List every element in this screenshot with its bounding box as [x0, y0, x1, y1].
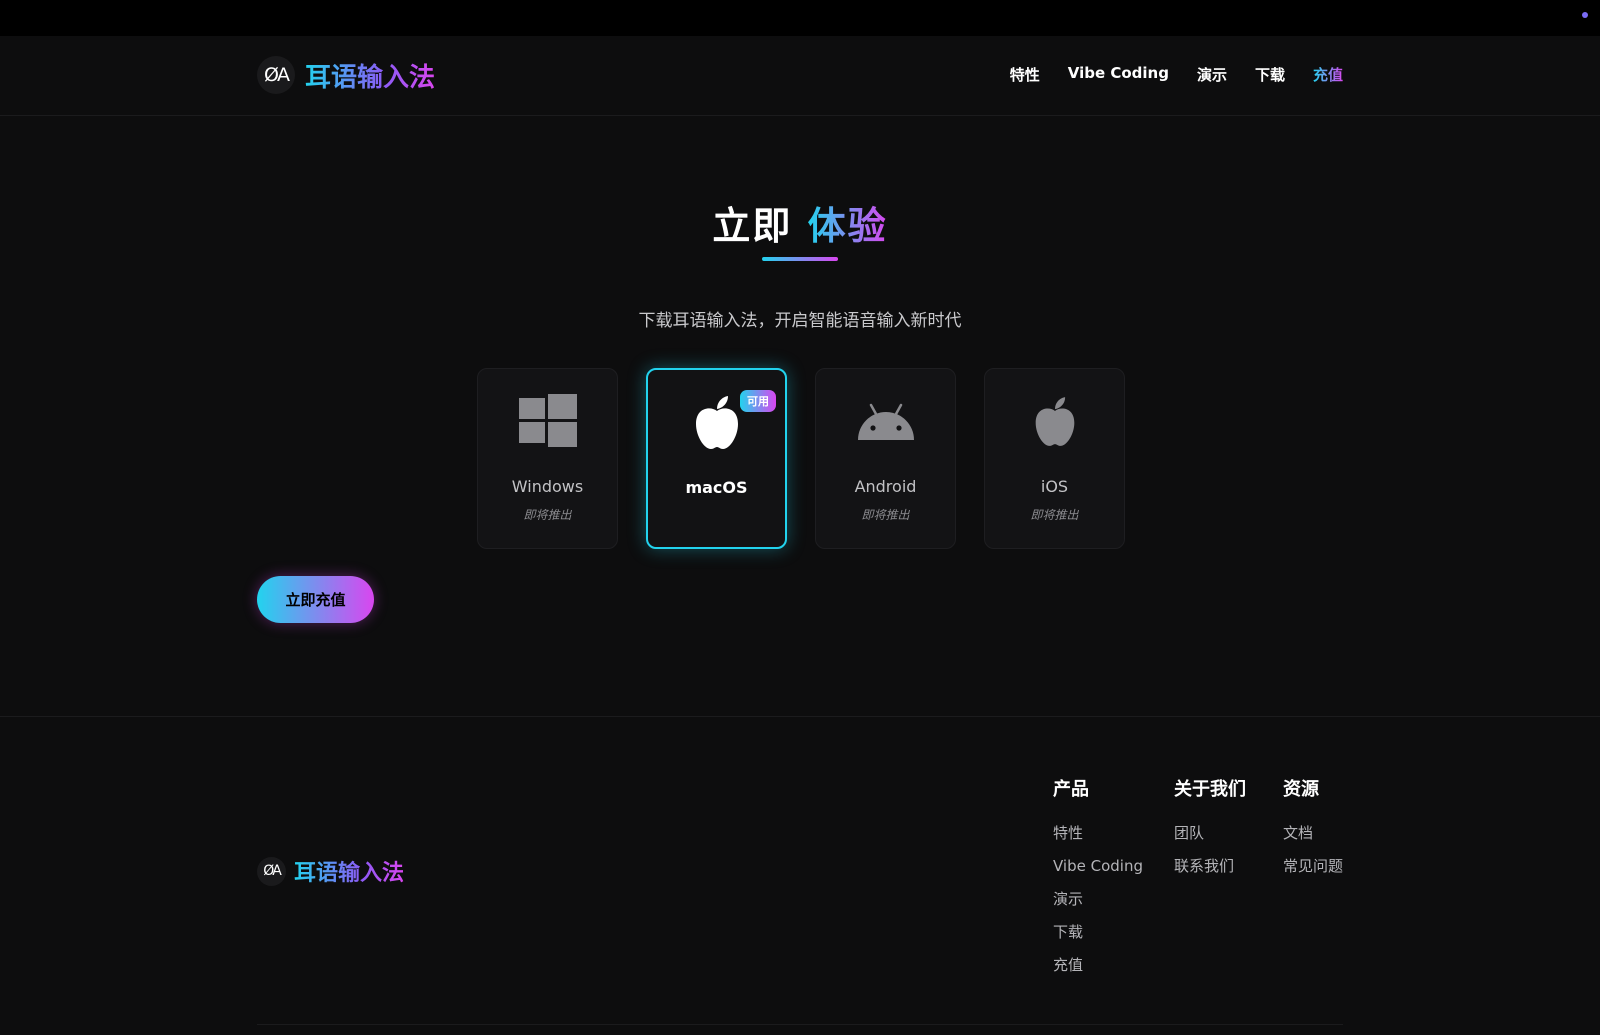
footer-column-title: 关于我们 — [1174, 779, 1246, 800]
platform-card-android[interactable]: Android 即将推出 — [815, 368, 956, 549]
recharge-button[interactable]: 立即充值 — [257, 576, 374, 623]
apple-icon — [1025, 392, 1085, 452]
android-icon — [856, 392, 916, 452]
footer-link-team[interactable]: 团队 — [1174, 817, 1246, 850]
platform-name: iOS — [1040, 477, 1069, 496]
footer-link-features[interactable]: 特性 — [1053, 817, 1143, 850]
logo-icon: ØA — [257, 856, 286, 886]
platform-card-ios[interactable]: iOS 即将推出 — [984, 368, 1125, 549]
nav-demo[interactable]: 演示 — [1197, 64, 1227, 85]
platform-cards: Windows 即将推出 可用 macOS Android 即将推出 iOS 即… — [477, 368, 1125, 549]
platform-status: 即将推出 — [861, 508, 910, 522]
apple-icon — [687, 393, 747, 453]
brand-logo[interactable]: ØA 耳语输入法 — [257, 56, 435, 94]
platform-card-macos[interactable]: 可用 macOS — [646, 368, 787, 549]
brand-name: 耳语输入法 — [305, 57, 435, 94]
nav-features[interactable]: 特性 — [1010, 64, 1040, 85]
footer-divider — [0, 716, 1600, 717]
footer-link-contact[interactable]: 联系我们 — [1174, 850, 1246, 883]
footer-link-demo[interactable]: 演示 — [1053, 883, 1143, 916]
footer-brand[interactable]: ØA 耳语输入法 — [257, 855, 404, 887]
footer-link-faq[interactable]: 常见问题 — [1283, 850, 1343, 883]
title-underline — [762, 257, 838, 261]
section-title: 立即 体验 — [0, 195, 1600, 250]
platform-status: 即将推出 — [523, 508, 572, 522]
nav-vibe-coding[interactable]: Vibe Coding — [1068, 64, 1169, 85]
platform-name: Windows — [511, 477, 584, 496]
navbar: ØA 耳语输入法 特性 Vibe Coding 演示 下载 充值 — [0, 36, 1600, 116]
platform-card-windows[interactable]: Windows 即将推出 — [477, 368, 618, 549]
footer-link-recharge[interactable]: 充值 — [1053, 949, 1143, 982]
nav-download[interactable]: 下载 — [1255, 64, 1285, 85]
nav-menu: 特性 Vibe Coding 演示 下载 充值 — [1010, 64, 1343, 85]
footer-column-resources: 资源 文档 常见问题 — [1283, 775, 1343, 883]
footer-column-title: 资源 — [1283, 779, 1319, 800]
footer-column-product: 产品 特性 Vibe Coding 演示 下载 充值 — [1053, 775, 1143, 982]
logo-icon: ØA — [257, 56, 295, 94]
windows-icon — [518, 392, 578, 452]
footer-link-vibe-coding[interactable]: Vibe Coding — [1053, 850, 1143, 883]
section-title-plain: 立即 — [712, 204, 793, 248]
status-dot — [1582, 12, 1588, 18]
platform-name: Android — [854, 477, 917, 496]
section-title-highlight: 体验 — [807, 204, 888, 248]
section-subtitle: 下载耳语输入法，开启智能语音输入新时代 — [638, 311, 962, 331]
footer-bottom-divider — [257, 1024, 1343, 1025]
nav-recharge[interactable]: 充值 — [1313, 64, 1343, 85]
footer-column-title: 产品 — [1053, 779, 1089, 800]
available-badge: 可用 — [740, 390, 776, 412]
footer-link-docs[interactable]: 文档 — [1283, 817, 1343, 850]
footer-link-download[interactable]: 下载 — [1053, 916, 1143, 949]
footer-column-about: 关于我们 团队 联系我们 — [1174, 775, 1246, 883]
top-bar — [0, 0, 1600, 36]
footer-brand-name: 耳语输入法 — [294, 855, 404, 887]
platform-status: 即将推出 — [1030, 508, 1079, 522]
platform-name: macOS — [685, 478, 748, 497]
